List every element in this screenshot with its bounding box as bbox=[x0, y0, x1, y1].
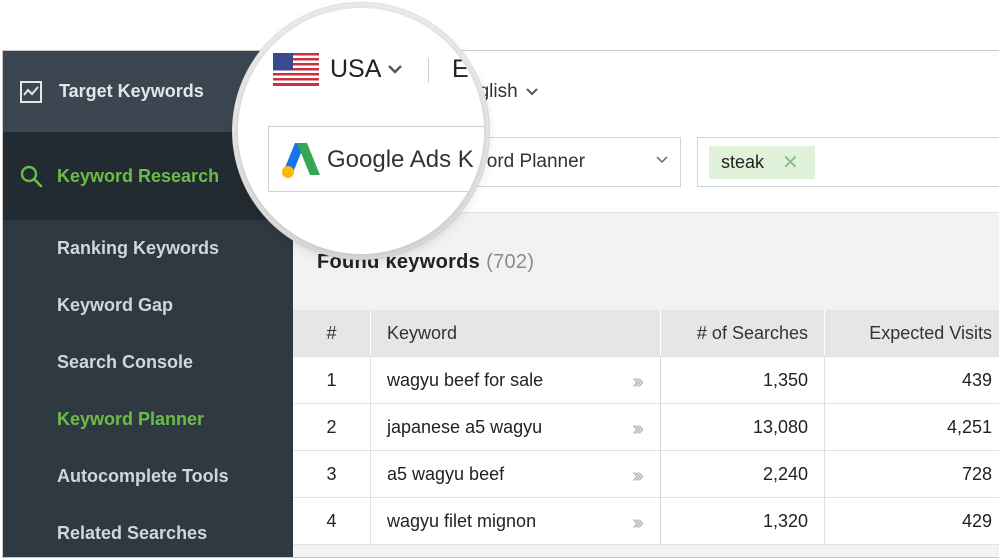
sidebar-item-keyword-gap[interactable]: Keyword Gap bbox=[3, 277, 293, 334]
row-keyword: wagyu beef for sale bbox=[387, 369, 544, 390]
country-value[interactable]: USA bbox=[330, 55, 381, 84]
row-number: 4 bbox=[293, 498, 371, 544]
close-icon[interactable]: ✕ bbox=[782, 150, 799, 175]
row-visits: 4,251 bbox=[946, 416, 992, 437]
row-keyword: japanese a5 wagyu bbox=[387, 416, 543, 437]
results-heading: Found keywords (702) bbox=[317, 251, 534, 274]
table-header: # Keyword # of Searches Expected Visits bbox=[293, 310, 999, 357]
service-select[interactable]: eyword Planner bbox=[453, 137, 681, 187]
column-header-number[interactable]: # bbox=[293, 310, 371, 356]
results-area: Found keywords (702) # Keyword # of Searc… bbox=[293, 212, 999, 557]
sidebar-item-ranking-keywords[interactable]: Ranking Keywords bbox=[3, 220, 293, 277]
table-row[interactable]: 2 japanese a5 wagyu ››› 13,080 4,251 bbox=[293, 404, 999, 451]
row-keyword-cell: wagyu beef for sale ››› bbox=[371, 357, 661, 403]
keywords-table: # Keyword # of Searches Expected Visits … bbox=[293, 310, 999, 545]
service-value-magnified: Google Ads K bbox=[327, 146, 474, 173]
row-visits: 429 bbox=[961, 510, 992, 531]
keyword-tag: steak ✕ bbox=[709, 146, 815, 179]
double-chevron-right-icon[interactable]: ››› bbox=[632, 512, 644, 535]
row-keyword: wagyu filet mignon bbox=[387, 510, 537, 531]
double-chevron-right-icon[interactable]: ››› bbox=[632, 418, 644, 441]
google-ads-logo-icon bbox=[282, 143, 320, 178]
column-header-searches[interactable]: # of Searches bbox=[661, 310, 825, 356]
row-keyword: a5 wagyu beef bbox=[387, 463, 505, 484]
table-row[interactable]: 3 a5 wagyu beef ››› 2,240 728 bbox=[293, 451, 999, 498]
app-window: Target Keywords Keyword Research Ranking… bbox=[2, 50, 999, 558]
search-icon bbox=[20, 165, 43, 188]
sidebar-item-search-console[interactable]: Search Console bbox=[3, 334, 293, 391]
double-chevron-right-icon[interactable]: ››› bbox=[632, 371, 644, 394]
sidebar-submenu: Ranking Keywords Keyword Gap Search Cons… bbox=[3, 220, 293, 557]
column-header-visits[interactable]: Expected Visits bbox=[825, 310, 999, 356]
chevron-down-icon bbox=[525, 88, 538, 96]
sidebar-item-label: Target Keywords bbox=[59, 81, 204, 101]
chevron-down-icon bbox=[656, 156, 668, 164]
sidebar-item-keyword-planner[interactable]: Keyword Planner bbox=[3, 391, 293, 448]
keyword-tag-input[interactable]: steak ✕ bbox=[697, 137, 999, 187]
row-searches: 1,320 bbox=[661, 498, 825, 544]
row-keyword-cell: japanese a5 wagyu ››› bbox=[371, 404, 661, 450]
keyword-tag-label: steak bbox=[721, 152, 765, 172]
row-visits: 728 bbox=[961, 463, 992, 484]
double-chevron-right-icon[interactable]: ››› bbox=[632, 465, 644, 488]
row-searches: 2,240 bbox=[661, 451, 825, 497]
results-count: (702) bbox=[486, 251, 535, 273]
row-keyword-cell: a5 wagyu beef ››› bbox=[371, 451, 661, 497]
row-number: 3 bbox=[293, 451, 371, 497]
row-number: 1 bbox=[293, 357, 371, 403]
sidebar-item-label: Keyword Research bbox=[57, 165, 220, 186]
table-row[interactable]: 4 wagyu filet mignon ››› 1,320 429 bbox=[293, 498, 999, 545]
row-searches: 1,350 bbox=[661, 357, 825, 403]
sidebar-item-related-searches[interactable]: Related Searches bbox=[3, 505, 293, 557]
results-title: Found keywords bbox=[317, 251, 481, 273]
language-value-partial: E bbox=[452, 55, 469, 83]
table-row[interactable]: 1 wagyu beef for sale ››› 1,350 439 bbox=[293, 357, 999, 404]
chart-line-icon bbox=[20, 80, 42, 103]
chevron-down-icon[interactable] bbox=[388, 65, 402, 74]
row-visits: 439 bbox=[961, 369, 992, 390]
divider bbox=[428, 58, 429, 83]
sidebar-item-autocomplete-tools[interactable]: Autocomplete Tools bbox=[3, 448, 293, 505]
column-header-keyword[interactable]: Keyword bbox=[371, 310, 661, 356]
magnifier-lens: USA E Google Ads K bbox=[238, 8, 484, 254]
row-searches: 13,080 bbox=[661, 404, 825, 450]
service-select-magnified[interactable]: Google Ads K bbox=[268, 126, 484, 192]
row-keyword-cell: wagyu filet mignon ››› bbox=[371, 498, 661, 544]
row-number: 2 bbox=[293, 404, 371, 450]
us-flag-icon bbox=[273, 53, 319, 86]
